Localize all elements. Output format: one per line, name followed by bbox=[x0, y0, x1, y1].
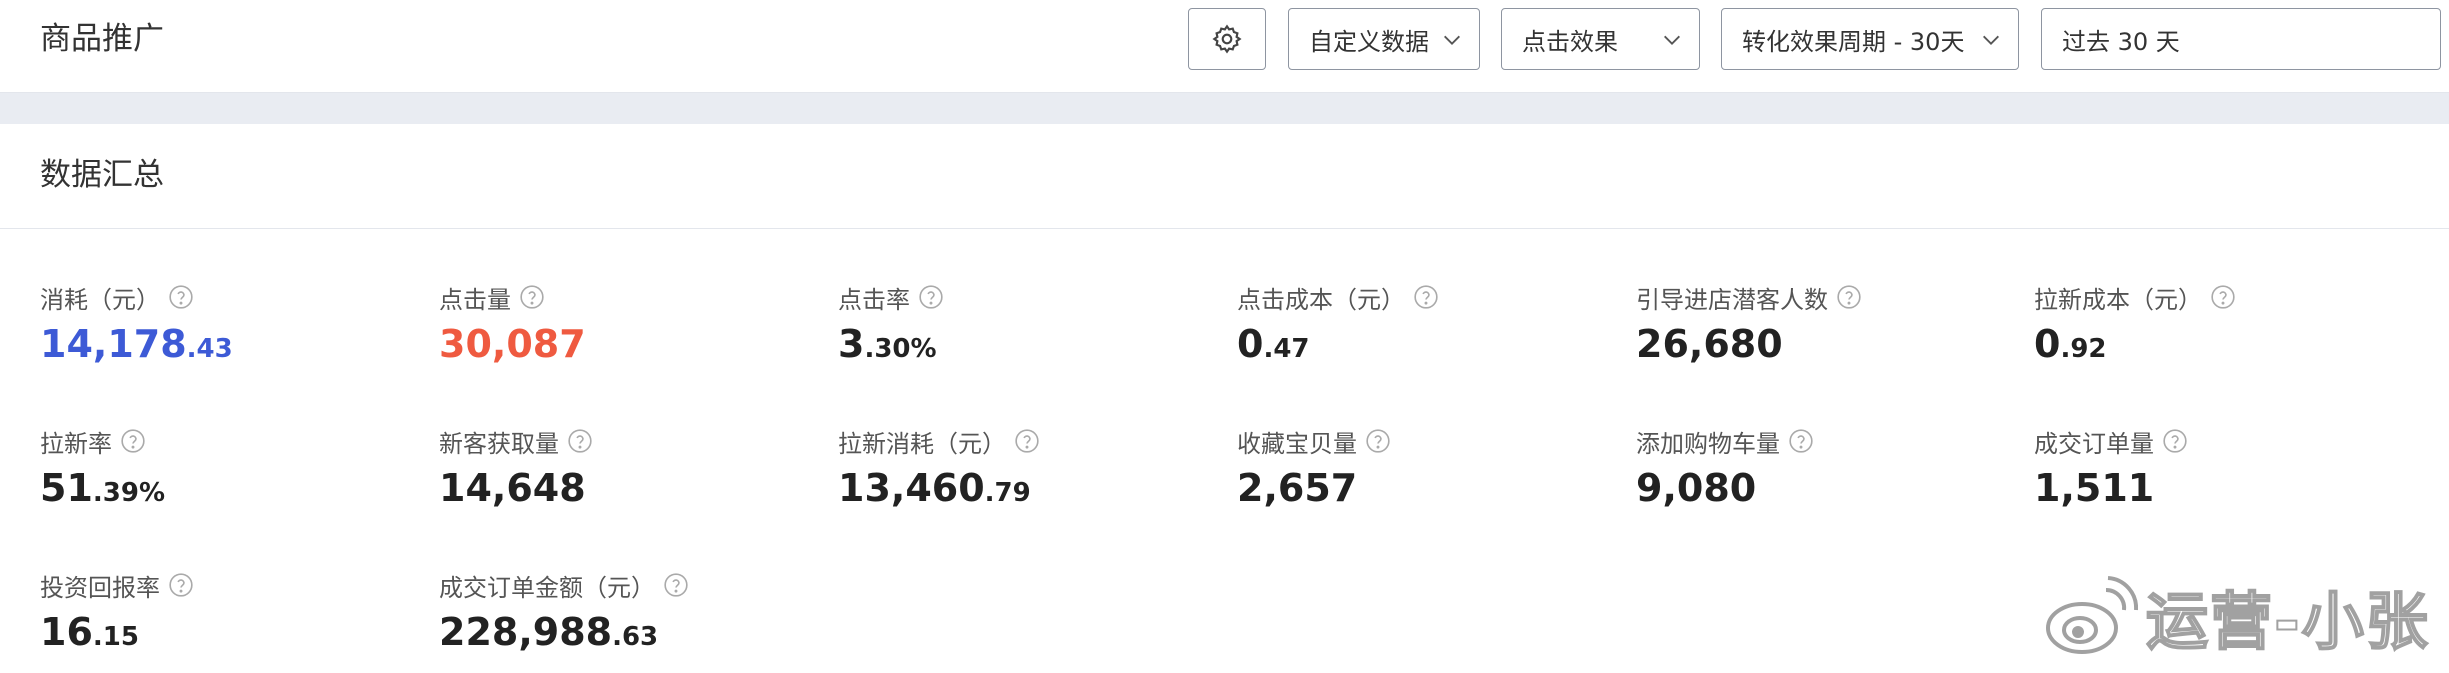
metric-label: 拉新成本（元） bbox=[2034, 285, 2202, 314]
click-effect-label: 点击效果 bbox=[1522, 27, 1618, 56]
metric-value: 30,087 bbox=[439, 322, 586, 366]
metric-clicks: 点击量 30,087 bbox=[439, 280, 819, 374]
metric-label: 消耗（元） bbox=[40, 285, 160, 314]
summary-title: 数据汇总 bbox=[40, 157, 164, 193]
metric-label: 成交订单量 bbox=[2034, 429, 2154, 458]
metric-acquisition-cost: 拉新成本（元） 0.92 bbox=[2034, 280, 2414, 374]
watermark: 运营-小张 bbox=[2042, 566, 2430, 666]
help-icon[interactable] bbox=[663, 572, 689, 598]
chevron-down-icon bbox=[1664, 35, 1680, 45]
help-icon[interactable] bbox=[2162, 428, 2188, 454]
date-range-label: 过去 30 天 bbox=[2062, 27, 2180, 56]
help-icon[interactable] bbox=[519, 284, 545, 310]
metric-new-customer-rate: 拉新率 51.39% bbox=[40, 424, 420, 518]
metric-ctr: 点击率 3.30% bbox=[838, 280, 1218, 374]
watermark-text: 运营-小张 bbox=[2145, 584, 2430, 659]
settings-button[interactable] bbox=[1188, 8, 1266, 70]
metric-value: 3.30% bbox=[838, 322, 937, 366]
metric-label: 点击率 bbox=[838, 285, 910, 314]
help-icon[interactable] bbox=[1836, 284, 1862, 310]
help-icon[interactable] bbox=[168, 284, 194, 310]
weibo-icon bbox=[2046, 576, 2138, 654]
custom-data-label: 自定义数据 bbox=[1309, 27, 1429, 56]
metric-new-customers: 新客获取量 14,648 bbox=[439, 424, 819, 518]
metric-cpc: 点击成本（元） 0.47 bbox=[1237, 280, 1617, 374]
metric-label: 点击量 bbox=[439, 285, 511, 314]
help-icon[interactable] bbox=[918, 284, 944, 310]
metric-value: 9,080 bbox=[1636, 466, 1757, 510]
metric-value: 1,511 bbox=[2034, 466, 2155, 510]
metric-label: 拉新率 bbox=[40, 429, 112, 458]
chevron-down-icon bbox=[1444, 35, 1460, 45]
metric-value: 14,178.43 bbox=[40, 322, 233, 366]
metric-label: 收藏宝贝量 bbox=[1237, 429, 1357, 458]
metric-value: 228,988.63 bbox=[439, 610, 659, 654]
metric-acquisition-spend: 拉新消耗（元） 13,460.79 bbox=[838, 424, 1218, 518]
chevron-down-icon bbox=[1983, 35, 1999, 45]
help-icon[interactable] bbox=[2210, 284, 2236, 310]
help-icon[interactable] bbox=[1413, 284, 1439, 310]
metric-value: 26,680 bbox=[1636, 322, 1783, 366]
metric-guided-visitors: 引导进店潜客人数 26,680 bbox=[1636, 280, 2016, 374]
metric-value: 2,657 bbox=[1237, 466, 1358, 510]
click-effect-dropdown[interactable]: 点击效果 bbox=[1501, 8, 1700, 70]
metric-add-to-cart: 添加购物车量 9,080 bbox=[1636, 424, 2016, 518]
metric-value: 16.15 bbox=[40, 610, 139, 654]
metric-value: 51.39% bbox=[40, 466, 166, 510]
metric-cost: 消耗（元） 14,178.43 bbox=[40, 280, 420, 374]
metric-label: 引导进店潜客人数 bbox=[1636, 285, 1828, 314]
metric-label: 拉新消耗（元） bbox=[838, 429, 1006, 458]
date-range-picker[interactable]: 过去 30 天 bbox=[2041, 8, 2441, 70]
metric-label: 成交订单金额（元） bbox=[439, 573, 655, 602]
gear-icon bbox=[1212, 24, 1242, 54]
metric-label: 添加购物车量 bbox=[1636, 429, 1780, 458]
help-icon[interactable] bbox=[1014, 428, 1040, 454]
metric-favorites: 收藏宝贝量 2,657 bbox=[1237, 424, 1617, 518]
metric-label: 新客获取量 bbox=[439, 429, 559, 458]
help-icon[interactable] bbox=[1365, 428, 1391, 454]
conversion-period-label: 转化效果周期 - 30天 bbox=[1742, 27, 1965, 56]
help-icon[interactable] bbox=[1788, 428, 1814, 454]
help-icon[interactable] bbox=[120, 428, 146, 454]
custom-data-dropdown[interactable]: 自定义数据 bbox=[1288, 8, 1480, 70]
metric-value: 0.92 bbox=[2034, 322, 2107, 366]
summary-header: 数据汇总 bbox=[0, 124, 2449, 229]
conversion-period-dropdown[interactable]: 转化效果周期 - 30天 bbox=[1721, 8, 2019, 70]
help-icon[interactable] bbox=[168, 572, 194, 598]
metric-roi: 投资回报率 16.15 bbox=[40, 568, 420, 662]
metric-label: 投资回报率 bbox=[40, 573, 160, 602]
page-title: 商品推广 bbox=[40, 21, 164, 57]
metric-value: 14,648 bbox=[439, 466, 586, 510]
top-bar: 商品推广 自定义数据 点击效果 转化效果周期 - 30天 过去 30 天 bbox=[0, 0, 2449, 93]
metric-order-amount: 成交订单金额（元） 228,988.63 bbox=[439, 568, 819, 662]
metric-value: 13,460.79 bbox=[838, 466, 1031, 510]
metric-label: 点击成本（元） bbox=[1237, 285, 1405, 314]
section-divider-band bbox=[0, 93, 2449, 124]
help-icon[interactable] bbox=[567, 428, 593, 454]
metric-value: 0.47 bbox=[1237, 322, 1310, 366]
metric-orders: 成交订单量 1,511 bbox=[2034, 424, 2414, 518]
